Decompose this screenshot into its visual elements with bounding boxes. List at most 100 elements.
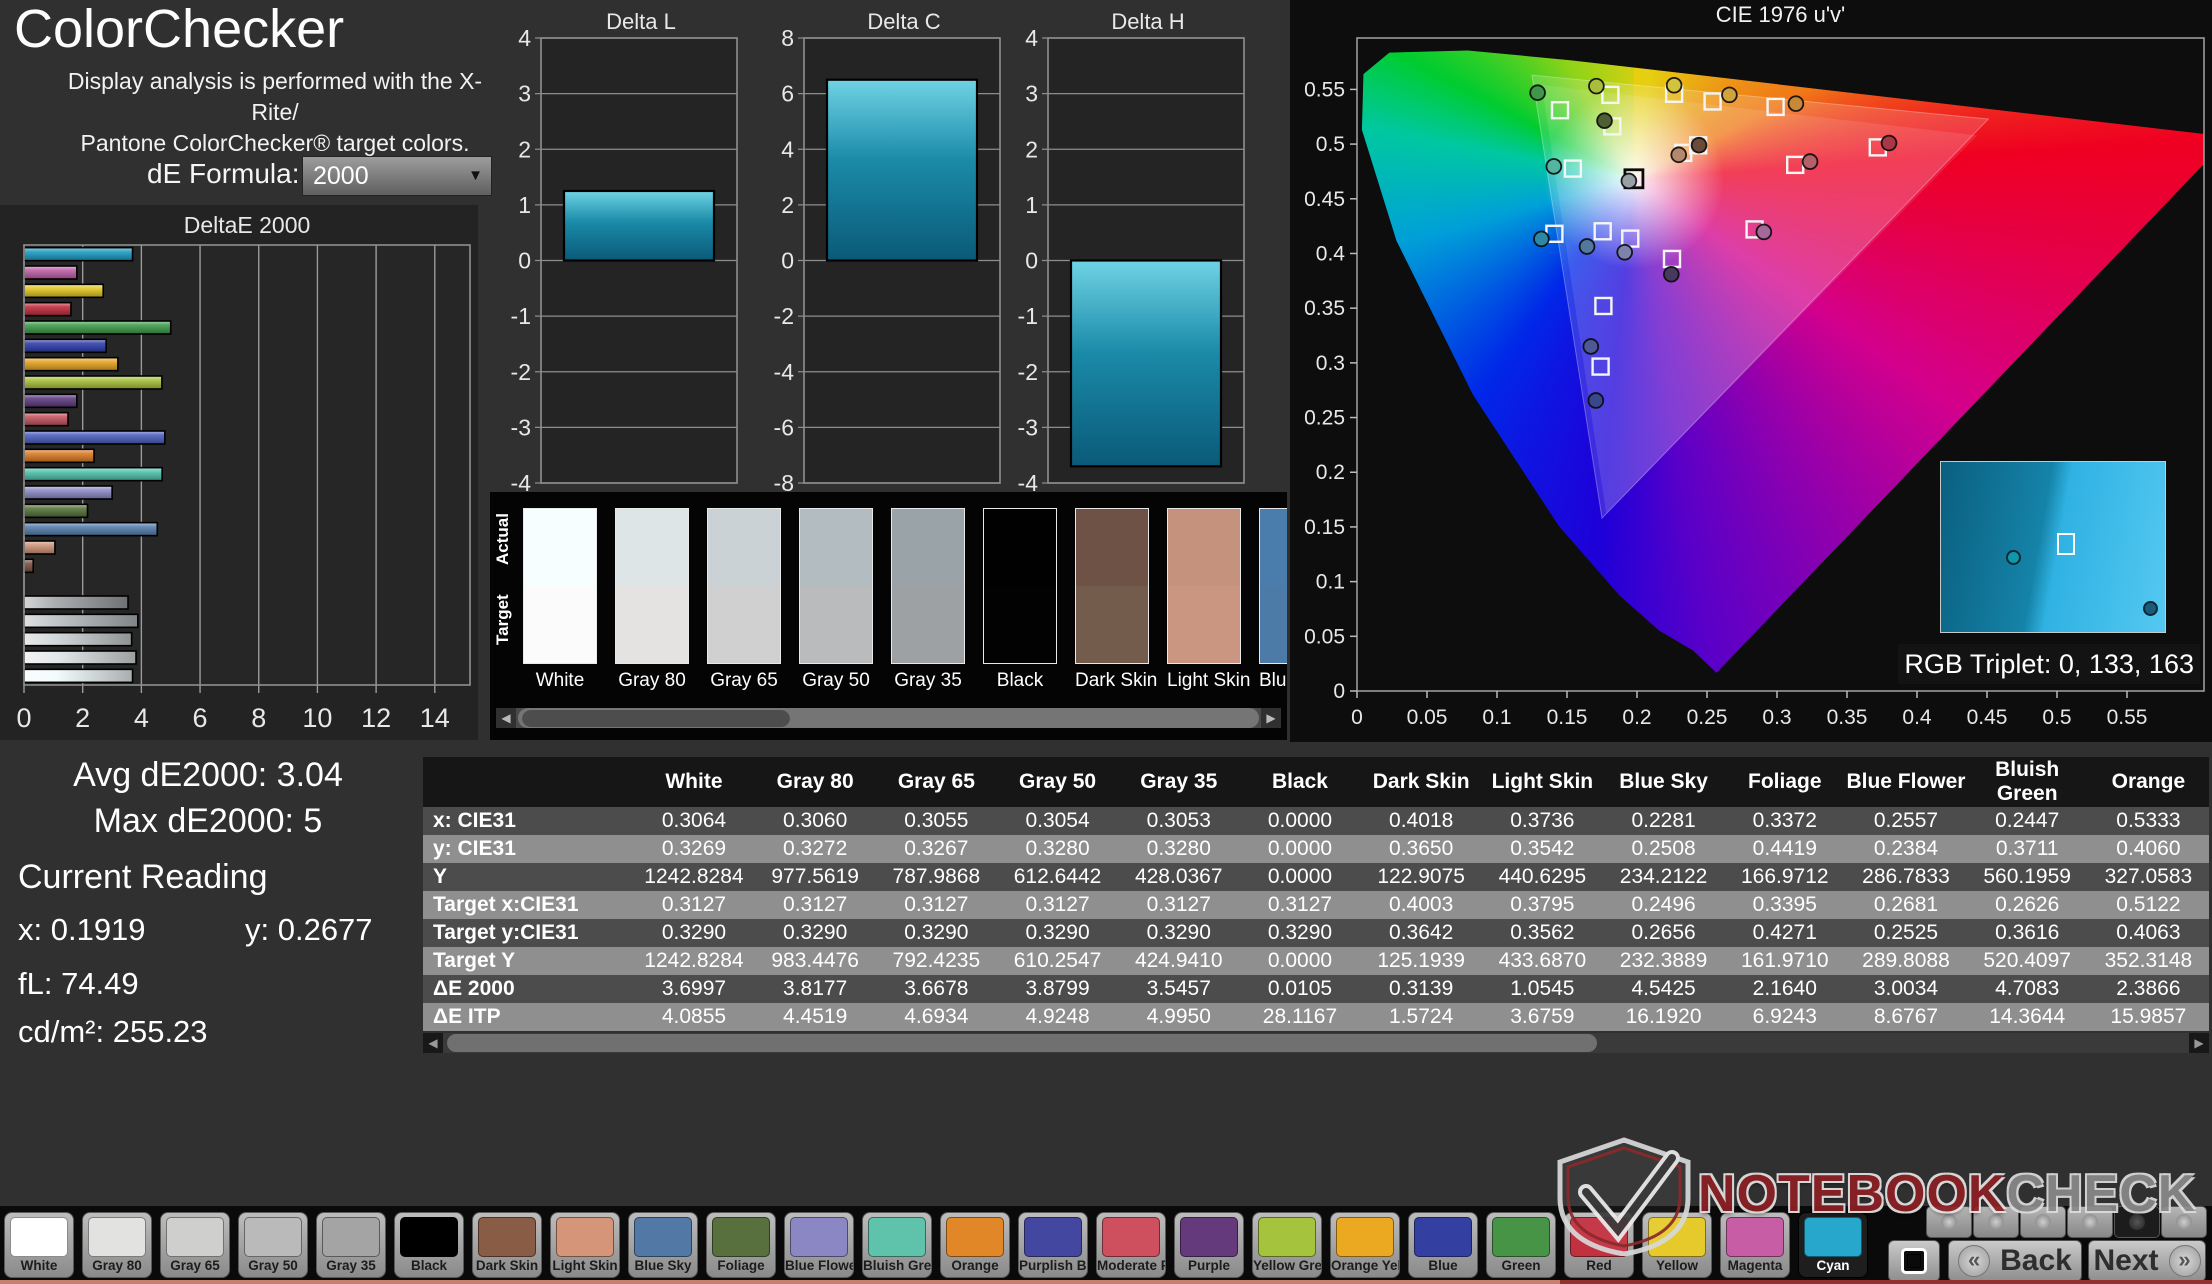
measured-marker bbox=[1582, 338, 1600, 355]
y-tick-label: 0.55 bbox=[1304, 78, 1345, 101]
target-chip bbox=[891, 586, 965, 664]
patch-button-blue-flower[interactable]: Blue Flower bbox=[784, 1212, 854, 1278]
strip-scrollbar[interactable]: ◀ ▶ bbox=[496, 708, 1281, 728]
measured-marker bbox=[1545, 158, 1563, 175]
scroll-left-icon[interactable]: ◀ bbox=[496, 708, 516, 728]
table-cell: 161.9710 bbox=[1724, 947, 1846, 975]
patch-button-gray-80[interactable]: Gray 80 bbox=[82, 1212, 152, 1278]
column-header-foliage: Foliage bbox=[1724, 757, 1846, 807]
table-cell: 0.3616 bbox=[1966, 919, 2088, 947]
mini-toolbar-button-3[interactable] bbox=[2020, 1206, 2066, 1238]
patch-button-orange-yellow[interactable]: Orange Yellow bbox=[1330, 1212, 1400, 1278]
actual-target-compare-strip: Actual Target White Gray 80 Gray 65 Gray 50… bbox=[490, 492, 1287, 740]
chart-title: CIE 1976 u'v' bbox=[1716, 2, 1845, 27]
patch-button-dark-skin[interactable]: Dark Skin bbox=[472, 1212, 542, 1278]
deltae-2000-bar-chart: DeltaE 2000 0 2 4 6 8 10 12 14 bbox=[0, 205, 478, 740]
mini-toolbar-button-6[interactable] bbox=[2161, 1206, 2207, 1238]
chart-title: DeltaE 2000 bbox=[184, 212, 311, 238]
back-chevron-icon: « bbox=[1958, 1245, 1991, 1277]
mini-toolbar-button-2[interactable] bbox=[1973, 1206, 2019, 1238]
back-button[interactable]: « Back bbox=[1948, 1240, 2082, 1282]
patch-button-white[interactable]: White bbox=[4, 1212, 74, 1278]
scroll-left-icon[interactable]: ◀ bbox=[423, 1033, 443, 1053]
patch-button-blue-sky[interactable]: Blue Sky bbox=[628, 1212, 698, 1278]
patch-button-label: Blue Sky bbox=[634, 1258, 692, 1273]
table-scrollbar-thumb[interactable] bbox=[447, 1034, 1597, 1052]
patch-button-gray-35[interactable]: Gray 35 bbox=[316, 1212, 386, 1278]
mini-toolbar-button-4[interactable] bbox=[2067, 1206, 2113, 1238]
patch-button-green[interactable]: Green bbox=[1486, 1212, 1556, 1278]
cie-1976-diagram: CIE 1976 u'v' 0 0.05 0.1 0.15 0.2 0.25 0.3 0.35 0… bbox=[1290, 0, 2212, 742]
y-tick-label: 0.35 bbox=[1304, 297, 1345, 320]
strip-scrollbar-thumb[interactable] bbox=[522, 709, 790, 727]
patch-button-light-skin[interactable]: Light Skin bbox=[550, 1212, 620, 1278]
table-cell: 983.4476 bbox=[754, 947, 876, 975]
scroll-right-icon[interactable]: ▶ bbox=[1261, 708, 1281, 728]
mini-toolbar-button-5[interactable] bbox=[2114, 1206, 2160, 1238]
table-scrollbar[interactable]: ◀ ▶ bbox=[423, 1033, 2209, 1053]
table-cell: 0.4018 bbox=[1360, 807, 1482, 835]
table-cell: 0.3562 bbox=[1481, 919, 1603, 947]
table-cell: 28.1167 bbox=[1239, 1003, 1361, 1031]
de-formula-dropdown[interactable]: 2000 ▼ bbox=[302, 156, 492, 196]
patch-button-gray-65[interactable]: Gray 65 bbox=[160, 1212, 230, 1278]
delta-l-canvas: Delta L43210-1-2-3-4 bbox=[511, 9, 738, 496]
table-cell: 0.2681 bbox=[1845, 891, 1967, 919]
y-tick-label: 0.25 bbox=[1304, 407, 1345, 430]
y-tick-label: 0.1 bbox=[1316, 571, 1345, 594]
patch-button-foliage[interactable]: Foliage bbox=[706, 1212, 776, 1278]
column-header-gray-50: Gray 50 bbox=[996, 757, 1119, 807]
chevron-down-icon: ▼ bbox=[468, 167, 483, 184]
x-tick-label: 0.35 bbox=[1827, 706, 1868, 729]
table-cell: 0.3290 bbox=[1239, 919, 1361, 947]
table-cell: 4.5425 bbox=[1602, 975, 1725, 1003]
patch-button-yellow-green[interactable]: Yellow Green bbox=[1252, 1212, 1322, 1278]
table-cell: 0.3795 bbox=[1481, 891, 1603, 919]
row-label: Target x:CIE31 bbox=[423, 891, 634, 919]
x-tick-label: 0.4 bbox=[1902, 706, 1932, 729]
measured-marker bbox=[1587, 392, 1605, 409]
patch-button-bluish-green[interactable]: Bluish Green bbox=[862, 1212, 932, 1278]
patch-button-yellow[interactable]: Yellow bbox=[1642, 1212, 1712, 1278]
y-tick-label: 0 bbox=[518, 248, 531, 274]
patch-button-orange[interactable]: Orange bbox=[940, 1212, 1010, 1278]
inset-measured-marker bbox=[2005, 550, 2021, 566]
y-tick-label: 0 bbox=[1333, 680, 1345, 703]
patch-button-magenta[interactable]: Magenta bbox=[1720, 1212, 1790, 1278]
delta-bar bbox=[562, 189, 716, 262]
bar-dark-skin bbox=[23, 558, 35, 574]
patch-color-chip bbox=[1648, 1217, 1706, 1257]
patch-button-red[interactable]: Red bbox=[1564, 1212, 1634, 1278]
patch-button-blue[interactable]: Blue bbox=[1408, 1212, 1478, 1278]
y-tick-label: 0.4 bbox=[1316, 242, 1346, 265]
patch-button-moderate-red[interactable]: Moderate Red bbox=[1096, 1212, 1166, 1278]
column-header-black: Black bbox=[1239, 757, 1361, 807]
de-formula-row: dE Formula: 2000 ▼ bbox=[0, 154, 500, 198]
stop-button[interactable] bbox=[1888, 1240, 1940, 1282]
table-cell: 1.0545 bbox=[1481, 975, 1603, 1003]
x-tick-label: 14 bbox=[420, 703, 450, 733]
chart-title: Delta L bbox=[606, 9, 676, 34]
y-tick-label: 4 bbox=[781, 136, 794, 162]
patch-button-black[interactable]: Black bbox=[394, 1212, 464, 1278]
mini-toolbar-button-1[interactable] bbox=[1926, 1206, 1972, 1238]
next-button[interactable]: Next » bbox=[2088, 1240, 2206, 1282]
patch-button-gray-50[interactable]: Gray 50 bbox=[238, 1212, 308, 1278]
y-tick-label: -4 bbox=[774, 359, 795, 385]
avg-de2000: Avg dE2000: 3.04 bbox=[73, 756, 343, 794]
patch-button-purple[interactable]: Purple bbox=[1174, 1212, 1244, 1278]
actual-chip bbox=[615, 508, 689, 586]
compare-swatch-gray-35: Gray 35 bbox=[891, 508, 965, 692]
table-cell: 0.2281 bbox=[1602, 807, 1725, 835]
measured-marker bbox=[1578, 238, 1596, 255]
table-cell: 3.8799 bbox=[996, 975, 1119, 1003]
subtitle-line1: Display analysis is performed with the X… bbox=[67, 68, 483, 125]
compare-swatch-blue-sky: Blue Sky bbox=[1259, 508, 1287, 692]
table-cell: 0.3290 bbox=[1118, 919, 1240, 947]
measured-marker bbox=[1801, 153, 1819, 170]
y-tick-label: -6 bbox=[774, 414, 794, 440]
patch-button-purplish-blue[interactable]: Purplish Blue bbox=[1018, 1212, 1088, 1278]
patch-button-cyan[interactable]: Cyan bbox=[1798, 1212, 1868, 1278]
scroll-right-icon[interactable]: ▶ bbox=[2189, 1033, 2209, 1053]
patch-color-chip bbox=[10, 1217, 68, 1257]
